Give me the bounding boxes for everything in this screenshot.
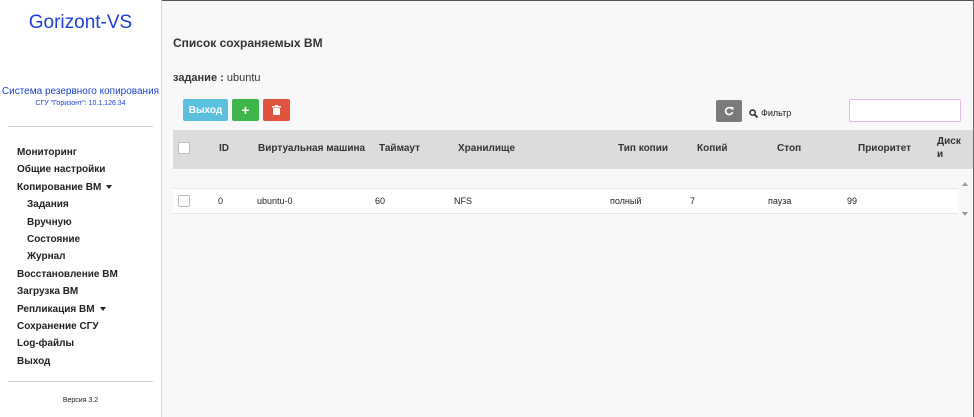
cell-vm: ubuntu-0	[257, 196, 293, 206]
sidebar-item-vm-restore[interactable]: Восстановление ВМ	[17, 266, 118, 283]
exit-button[interactable]: Выход	[183, 99, 228, 121]
select-all-checkbox[interactable]	[178, 142, 190, 154]
filter-input[interactable]	[849, 99, 961, 122]
header-timeout[interactable]: Таймаут	[379, 143, 420, 154]
sidebar-item-vm-replication[interactable]: Репликация ВМ	[17, 301, 118, 318]
sidebar-item-manual[interactable]: Вручную	[17, 214, 118, 231]
sidebar-item-status[interactable]: Состояние	[17, 231, 118, 248]
sidebar-item-general-settings[interactable]: Общие настройки	[17, 161, 118, 178]
server-info: СГУ "Горизонт": 10.1.126.34	[35, 100, 126, 107]
header-vm[interactable]: Виртуальная машина	[258, 143, 365, 154]
sidebar-item-journal[interactable]: Журнал	[17, 248, 118, 265]
sidebar-item-vm-boot[interactable]: Загрузка ВМ	[17, 283, 118, 300]
app-subtitle: Система резервного копирования	[1, 86, 160, 97]
header-copy-type[interactable]: Тип копии	[618, 143, 668, 154]
refresh-icon	[724, 106, 734, 116]
scroll-down-icon[interactable]	[962, 212, 968, 216]
plus-icon: +	[241, 102, 250, 118]
sidebar-item-label: Репликация ВМ	[17, 303, 95, 315]
brand-title: Gorizont-VS	[28, 12, 133, 33]
filter-label-text: Фильтр	[761, 108, 792, 118]
header-disk-wrap: и	[937, 149, 944, 160]
task-line: задание : ubuntu	[173, 72, 261, 84]
header-storage[interactable]: Хранилище	[458, 143, 515, 154]
cell-id: 0	[218, 196, 224, 206]
header-stop[interactable]: Стоп	[777, 143, 801, 154]
table-scrollbar[interactable]	[959, 180, 972, 220]
cell-storage: NFS	[454, 196, 472, 206]
version-label: Версия 3.2	[62, 397, 99, 404]
refresh-button[interactable]	[716, 100, 742, 122]
sidebar: Gorizont-VS Система резервного копирован…	[0, 0, 162, 417]
sidebar-item-sgu-save[interactable]: Сохранение СГУ	[17, 318, 118, 335]
sidebar-divider-bottom	[8, 381, 153, 382]
sidebar-item-tasks[interactable]: Задания	[17, 196, 118, 213]
cell-copies: 7	[690, 196, 696, 206]
cell-priority: 99	[847, 196, 858, 206]
cell-timeout: 60	[375, 196, 386, 206]
scroll-up-icon[interactable]	[962, 182, 968, 186]
header-priority[interactable]: Приоритет	[858, 143, 911, 154]
cell-copy-type: полный	[610, 196, 642, 206]
trash-icon	[272, 105, 281, 115]
caret-down-icon	[106, 185, 113, 190]
sidebar-nav: Мониторинг Общие настройки Копирование В…	[17, 144, 118, 370]
sidebar-item-monitoring[interactable]: Мониторинг	[17, 144, 118, 161]
top-border	[162, 0, 974, 1]
row-checkbox[interactable]	[178, 195, 190, 207]
sidebar-item-log-files[interactable]: Log-файлы	[17, 335, 118, 352]
cell-stop: пауза	[768, 196, 792, 206]
sidebar-item-logout[interactable]: Выход	[17, 353, 118, 370]
delete-button[interactable]	[263, 99, 290, 121]
table-row[interactable]: 0 ubuntu-0 60 NFS полный 7 пауза 99	[173, 188, 958, 214]
table-header: ID Виртуальная машина Таймаут Хранилище …	[173, 130, 973, 169]
caret-down-icon	[99, 306, 106, 311]
header-copies[interactable]: Копий	[697, 143, 728, 154]
header-disk[interactable]: Диск	[937, 136, 961, 147]
sidebar-item-label: Копирование ВМ	[17, 181, 102, 193]
sidebar-item-vm-backup[interactable]: Копирование ВМ	[17, 179, 118, 196]
header-id[interactable]: ID	[219, 143, 229, 154]
sidebar-divider-top	[8, 126, 153, 127]
filter-label: Фильтр	[749, 108, 792, 119]
search-icon	[749, 109, 759, 119]
add-button[interactable]: +	[232, 99, 259, 121]
task-value: ubuntu	[226, 72, 261, 84]
page-title: Список сохраняемых ВМ	[173, 36, 323, 50]
task-label: задание :	[173, 72, 224, 84]
